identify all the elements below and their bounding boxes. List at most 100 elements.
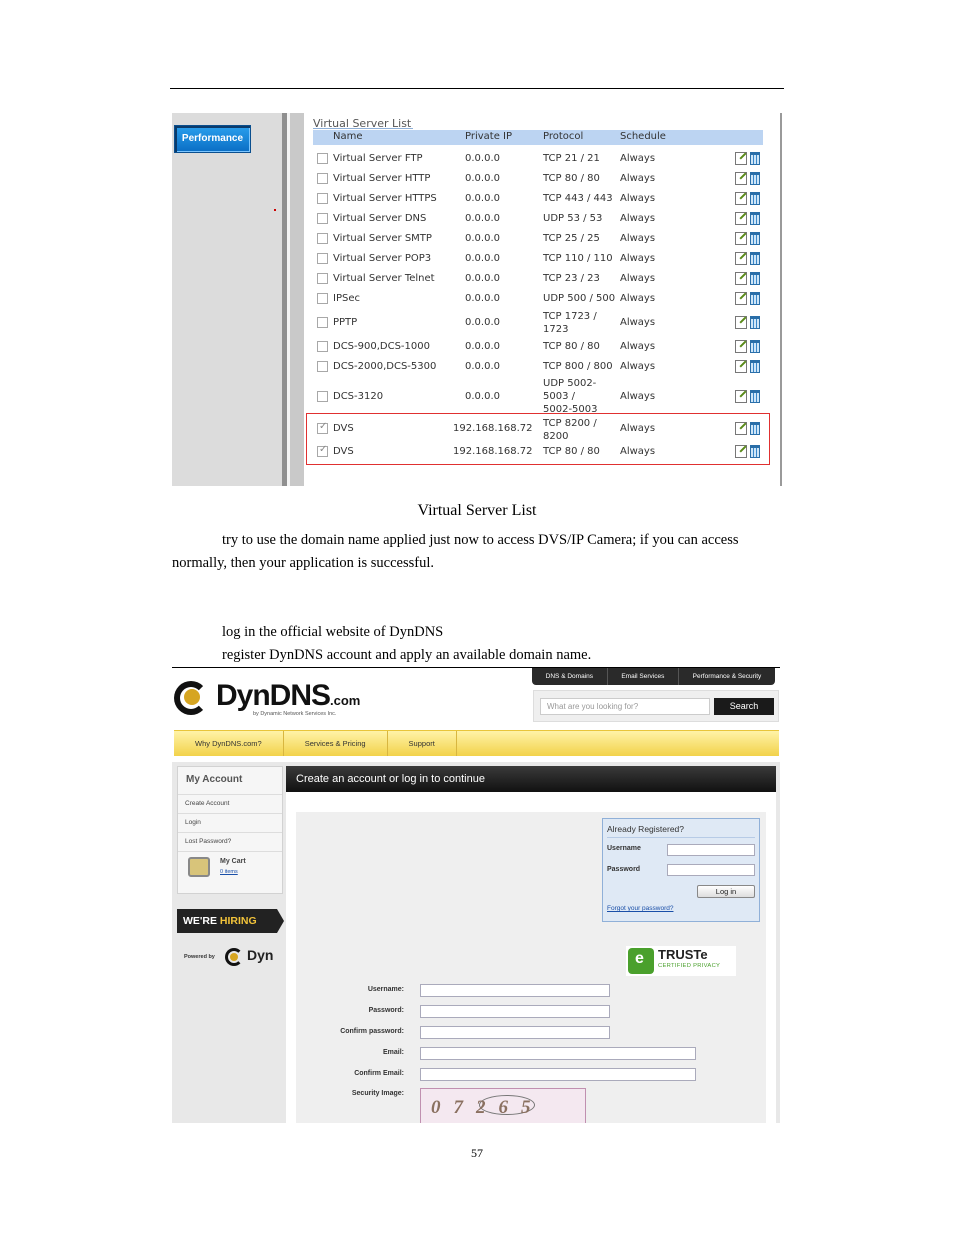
left-nav-panel: Performance bbox=[172, 113, 282, 486]
row-checkbox[interactable] bbox=[317, 273, 328, 284]
edit-icon[interactable] bbox=[735, 192, 747, 205]
cart-icon[interactable] bbox=[188, 857, 210, 877]
login-password-input[interactable] bbox=[667, 864, 755, 876]
main-header: Create an account or log in to continue bbox=[286, 766, 776, 792]
row-checkbox[interactable] bbox=[317, 361, 328, 372]
dyndns-logo[interactable]: DynDNS.com by Dynamic Network Services I… bbox=[174, 679, 364, 719]
nav-support[interactable]: Support bbox=[388, 731, 457, 756]
trash-icon[interactable] bbox=[750, 152, 760, 165]
edit-icon[interactable] bbox=[735, 172, 747, 185]
schedule: Always bbox=[620, 341, 656, 352]
row-checkbox[interactable] bbox=[317, 233, 328, 244]
trash-icon[interactable] bbox=[750, 292, 760, 305]
paragraph-line: normally, then your application is succe… bbox=[172, 555, 435, 571]
edit-icon[interactable] bbox=[735, 272, 747, 285]
register-password-input[interactable] bbox=[420, 1005, 610, 1018]
register-username-input[interactable] bbox=[420, 984, 610, 997]
private-ip: 0.0.0.0 bbox=[465, 233, 500, 244]
edit-icon[interactable] bbox=[735, 152, 747, 165]
edit-icon[interactable] bbox=[735, 316, 747, 329]
logo-suffix: .com bbox=[330, 693, 361, 708]
login-title: Already Registered? bbox=[607, 824, 685, 834]
table-row: DCS-900,DCS-1000 0.0.0.0 TCP 80 / 80 Always bbox=[313, 337, 768, 357]
table-row: Virtual Server FTP 0.0.0.0 TCP 21 / 21 Alwa… bbox=[313, 149, 768, 169]
trash-icon[interactable] bbox=[750, 340, 760, 353]
row-checkbox[interactable] bbox=[317, 317, 328, 328]
divider bbox=[178, 813, 282, 814]
captcha-text: 07265 bbox=[431, 1097, 544, 1118]
truste-seal[interactable]: TRUSTe CERTIFIED PRIVACY bbox=[626, 946, 736, 976]
tab-email-services[interactable]: Email Services bbox=[608, 668, 679, 685]
server-name: Virtual Server HTTP bbox=[333, 173, 431, 184]
trash-icon[interactable] bbox=[750, 252, 760, 265]
cart-items-link[interactable]: 0 items bbox=[220, 869, 238, 875]
tab-performance-security[interactable]: Performance & Security bbox=[679, 668, 775, 685]
row-checkbox[interactable] bbox=[317, 193, 328, 204]
row-checkbox[interactable] bbox=[317, 153, 328, 164]
trash-icon[interactable] bbox=[750, 232, 760, 245]
register-confirm-email-input[interactable] bbox=[420, 1068, 696, 1081]
login-box: Already Registered? Username Password Lo… bbox=[602, 818, 760, 922]
login-username-input[interactable] bbox=[667, 844, 755, 856]
hiring-accent: HIRING bbox=[219, 915, 257, 927]
divider bbox=[178, 851, 282, 852]
schedule: Always bbox=[620, 153, 656, 164]
sidebar-item-lost-password[interactable]: Lost Password? bbox=[185, 838, 231, 845]
register-confirm-password-label: Confirm password: bbox=[340, 1028, 404, 1035]
edit-icon[interactable] bbox=[735, 360, 747, 373]
table-row: Virtual Server POP3 0.0.0.0 TCP 110 / 110 A… bbox=[313, 249, 768, 269]
divider bbox=[178, 832, 282, 833]
trash-icon[interactable] bbox=[750, 390, 760, 403]
edit-icon[interactable] bbox=[735, 390, 747, 403]
main-nav: Why DynDNS.com? Services & Pricing Suppo… bbox=[174, 730, 779, 756]
table-row: PPTP 0.0.0.0 TCP 1723 / 1723 Always bbox=[313, 309, 768, 337]
table-row: IPSec 0.0.0.0 UDP 500 / 500 Always bbox=[313, 289, 768, 309]
row-checkbox[interactable] bbox=[317, 213, 328, 224]
row-checkbox[interactable] bbox=[317, 293, 328, 304]
private-ip: 0.0.0.0 bbox=[465, 341, 500, 352]
row-checkbox[interactable] bbox=[317, 173, 328, 184]
login-button[interactable]: Log in bbox=[697, 885, 755, 898]
trash-icon[interactable] bbox=[750, 192, 760, 205]
trash-icon[interactable] bbox=[750, 272, 760, 285]
register-confirm-password-input[interactable] bbox=[420, 1026, 610, 1039]
sidebar-item-login[interactable]: Login bbox=[185, 819, 201, 826]
trash-icon[interactable] bbox=[750, 212, 760, 225]
private-ip: 0.0.0.0 bbox=[465, 361, 500, 372]
table-row: DCS-2000,DCS-5300 0.0.0.0 TCP 800 / 800 Alw… bbox=[313, 357, 768, 377]
row-checkbox[interactable] bbox=[317, 341, 328, 352]
nav-services-pricing[interactable]: Services & Pricing bbox=[284, 731, 388, 756]
row-checkbox[interactable] bbox=[317, 253, 328, 264]
trash-icon[interactable] bbox=[750, 172, 760, 185]
dyn-logo-dot-icon bbox=[230, 953, 238, 961]
edit-icon[interactable] bbox=[735, 252, 747, 265]
edit-icon[interactable] bbox=[735, 212, 747, 225]
trash-icon[interactable] bbox=[750, 316, 760, 329]
sidebar-item-create-account[interactable]: Create Account bbox=[185, 800, 229, 807]
edit-icon[interactable] bbox=[735, 232, 747, 245]
powered-by-label: Powered by bbox=[184, 954, 215, 960]
hiring-banner[interactable]: WE'RE HIRING bbox=[177, 909, 277, 933]
forgot-password-link[interactable]: Forgot your password? bbox=[607, 905, 673, 912]
column-header-name: Name bbox=[333, 131, 363, 142]
nav-why-dyndns[interactable]: Why DynDNS.com? bbox=[174, 731, 284, 756]
protocol: UDP 5002-5003 / 5002-5003 bbox=[543, 378, 598, 415]
protocol: TCP 25 / 25 bbox=[543, 233, 600, 244]
private-ip: 0.0.0.0 bbox=[465, 293, 500, 304]
trash-icon[interactable] bbox=[750, 360, 760, 373]
schedule: Always bbox=[620, 193, 656, 204]
search-input[interactable]: What are you looking for? bbox=[540, 698, 710, 715]
edit-icon[interactable] bbox=[735, 292, 747, 305]
schedule: Always bbox=[620, 173, 656, 184]
server-name: DCS-900,DCS-1000 bbox=[333, 341, 430, 352]
protocol: TCP 800 / 800 bbox=[543, 361, 613, 372]
search-button[interactable]: Search bbox=[714, 698, 774, 715]
register-email-input[interactable] bbox=[420, 1047, 696, 1060]
edit-icon[interactable] bbox=[735, 340, 747, 353]
performance-button[interactable]: Performance bbox=[174, 125, 251, 153]
cart-label[interactable]: My Cart bbox=[220, 858, 246, 865]
tab-dns-domains[interactable]: DNS & Domains bbox=[532, 668, 608, 685]
panel-separator bbox=[290, 113, 304, 486]
row-checkbox[interactable] bbox=[317, 391, 328, 402]
main-content: Already Registered? Username Password Lo… bbox=[296, 812, 766, 1123]
